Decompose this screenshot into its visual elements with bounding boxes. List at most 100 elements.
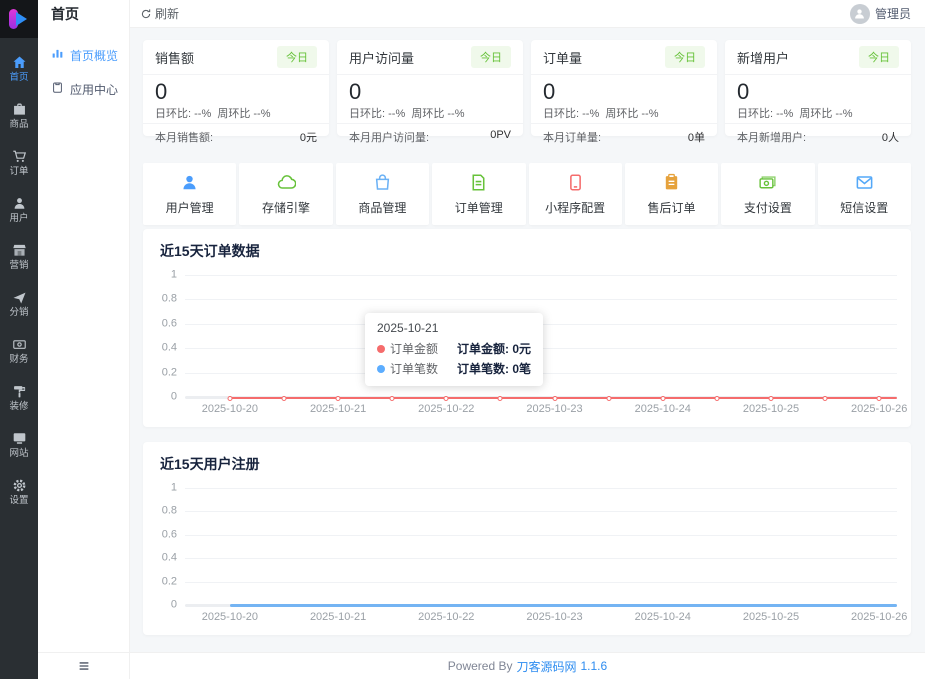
mail-icon: [855, 173, 874, 192]
x-axis-tick-label: 2025-10-21: [309, 611, 367, 623]
stat-footer-value: 0人: [881, 132, 899, 145]
chart-tooltip: 2025-10-21 订单金额 订单金额: 0元 订单笔数 订单笔数: 0笔: [365, 313, 544, 386]
stat-card-footer: 本月用户访问量: 0PV: [337, 123, 523, 151]
charts-section: 近15天订单数据 1 0.8 0.6 0.4 0.2 0 2025-10-21 订单金额 订单金额…: [143, 229, 911, 635]
user-menu[interactable]: 管理员: [849, 3, 911, 24]
users-icon: [12, 196, 27, 211]
stat-footer-label: 本月销售额:: [155, 132, 214, 145]
tooltip-series-value: 订单金额: 0元: [457, 342, 532, 356]
x-axis: 2025-10-20 2025-10-21 2025-10-22 2025-10-23…: [185, 403, 908, 419]
stat-comparison: 日环比: --% 周环比 --%: [155, 108, 271, 121]
rail-item-settings[interactable]: 设置: [0, 468, 38, 515]
quick-action-label: 存储引擎: [262, 200, 311, 215]
today-badge: 今日: [859, 46, 899, 68]
data-point-marker: [876, 396, 882, 401]
x-axis-tick-label: 2025-10-20: [201, 403, 258, 415]
main-area: 刷新 管理员 销售额 今日 0 日环比: --% 周环比 --% 本月销售额: 0元 用户访…: [130, 0, 925, 679]
quick-action-order-management[interactable]: 订单管理: [432, 163, 526, 225]
app-logo[interactable]: [0, 0, 38, 38]
stat-footer-label: 本月订单量:: [543, 132, 602, 145]
stat-card-body: 0 日环比: --% 周环比 --%: [337, 75, 523, 123]
quick-action-sms-settings[interactable]: 短信设置: [817, 163, 911, 225]
data-point-marker: [768, 396, 774, 401]
gridline: [185, 581, 897, 583]
quick-action-user-management[interactable]: 用户管理: [143, 163, 237, 225]
y-axis-tick-label: 1: [170, 268, 177, 281]
user-icon: [180, 173, 199, 192]
refresh-label: 刷新: [155, 7, 180, 21]
collapse-sidebar-button[interactable]: [38, 652, 129, 679]
rail-item-distribution[interactable]: 分销: [0, 280, 38, 327]
x-axis-tick-label: 2025-10-23: [526, 403, 583, 415]
stat-card-footer: 本月订单量: 0单: [531, 123, 717, 151]
rail-item-home[interactable]: 首页: [0, 45, 38, 92]
stat-footer-value: 0元: [299, 132, 317, 145]
series-color-dot: [377, 344, 385, 353]
today-badge: 今日: [665, 46, 705, 68]
tooltip-series-value: 订单笔数: 0笔: [457, 362, 532, 376]
powered-by-text: Powered By: [447, 659, 513, 673]
y-axis-tick-label: 0: [170, 598, 177, 611]
user-avatar-icon: [855, 9, 865, 19]
chart-plot: 1 0.8 0.6 0.4 0.2 0 2025-10-21 订单金额 订单金额: 0元 订单笔数…: [162, 268, 908, 419]
distribution-icon: [12, 290, 27, 305]
data-point-marker: [822, 396, 828, 401]
rail-item-website[interactable]: 网站: [0, 421, 38, 468]
rail-item-label: 分销: [9, 306, 29, 318]
gridline: [185, 275, 897, 276]
rail-item-label: 装修: [9, 400, 29, 412]
stat-card-header: 新增用户 今日: [725, 40, 911, 75]
x-axis-tick-label: 2025-10-25: [742, 403, 800, 415]
stat-card-body: 0 日环比: --% 周环比 --%: [725, 75, 911, 123]
rail-item-label: 订单: [9, 165, 29, 177]
chart-card: 近15天用户注册 1 0.8 0.6 0.4 0.2 0 2025-10-20 2025-10-…: [143, 442, 911, 635]
stat-card: 销售额 今日 0 日环比: --% 周环比 --% 本月销售额: 0元: [143, 40, 329, 144]
x-axis: 2025-10-20 2025-10-21 2025-10-22 2025-10-23…: [185, 611, 908, 627]
brand-link[interactable]: 刀客源码网: [516, 658, 576, 675]
quick-action-storage-engine[interactable]: 存储引擎: [239, 163, 333, 225]
rail-item-marketing[interactable]: 营销: [0, 233, 38, 280]
sidebar-item-app-center[interactable]: 应用中心: [38, 72, 129, 106]
y-axis-tick-label: 0.6: [161, 317, 177, 330]
y-axis-tick-label: 0.6: [161, 528, 177, 541]
rail-item-decorate[interactable]: 装修: [0, 374, 38, 421]
stat-card-title: 新增用户: [737, 50, 790, 66]
x-axis-tick-label: 2025-10-22: [418, 611, 475, 623]
rail-item-finance[interactable]: 财务: [0, 327, 38, 374]
quick-action-goods-management[interactable]: 商品管理: [335, 163, 430, 225]
version-link[interactable]: 1.1.6: [581, 659, 608, 673]
y-axis-tick-label: 0.4: [161, 341, 177, 354]
quick-action-label: 小程序配置: [545, 200, 606, 215]
bag-icon: [373, 173, 392, 192]
stat-footer-value: 0PV: [490, 129, 511, 142]
x-axis-tick-label: 2025-10-24: [634, 403, 691, 415]
data-point-marker: [227, 396, 233, 401]
page-footer: Powered By 刀客源码网 1.1.6: [130, 652, 925, 679]
today-badge: 今日: [277, 46, 317, 68]
today-badge: 今日: [471, 46, 511, 68]
rail-item-orders[interactable]: 订单: [0, 139, 38, 186]
stat-footer-value: 0单: [687, 132, 705, 145]
stat-comparison: 日环比: --% 周环比 --%: [737, 108, 853, 121]
document-icon: [469, 173, 488, 192]
gridline: [185, 558, 897, 560]
y-axis-tick-label: 0.4: [161, 551, 177, 564]
x-axis-tick-label: 2025-10-21: [309, 403, 367, 415]
data-point-marker: [552, 396, 558, 401]
rail-item-goods[interactable]: 商品: [0, 92, 38, 139]
sidebar-item-overview[interactable]: 首页概览: [38, 38, 129, 72]
website-icon: [12, 431, 27, 446]
quick-action-miniprogram-config[interactable]: 小程序配置: [528, 163, 622, 225]
rail-item-users[interactable]: 用户: [0, 186, 38, 233]
stat-card-title: 销售额: [155, 50, 195, 66]
x-axis-tick-label: 2025-10-26: [851, 403, 908, 415]
data-point-marker: [335, 396, 341, 401]
stat-value: 0: [543, 79, 556, 104]
refresh-button[interactable]: 刷新: [140, 5, 179, 22]
stat-card-body: 0 日环比: --% 周环比 --%: [531, 75, 717, 123]
data-point-marker: [714, 396, 720, 401]
x-axis-tick-label: 2025-10-20: [201, 611, 258, 623]
menu-icon: [79, 662, 88, 670]
quick-action-aftersale-orders[interactable]: 售后订单: [624, 163, 719, 225]
quick-action-payment-settings[interactable]: 支付设置: [721, 163, 815, 225]
